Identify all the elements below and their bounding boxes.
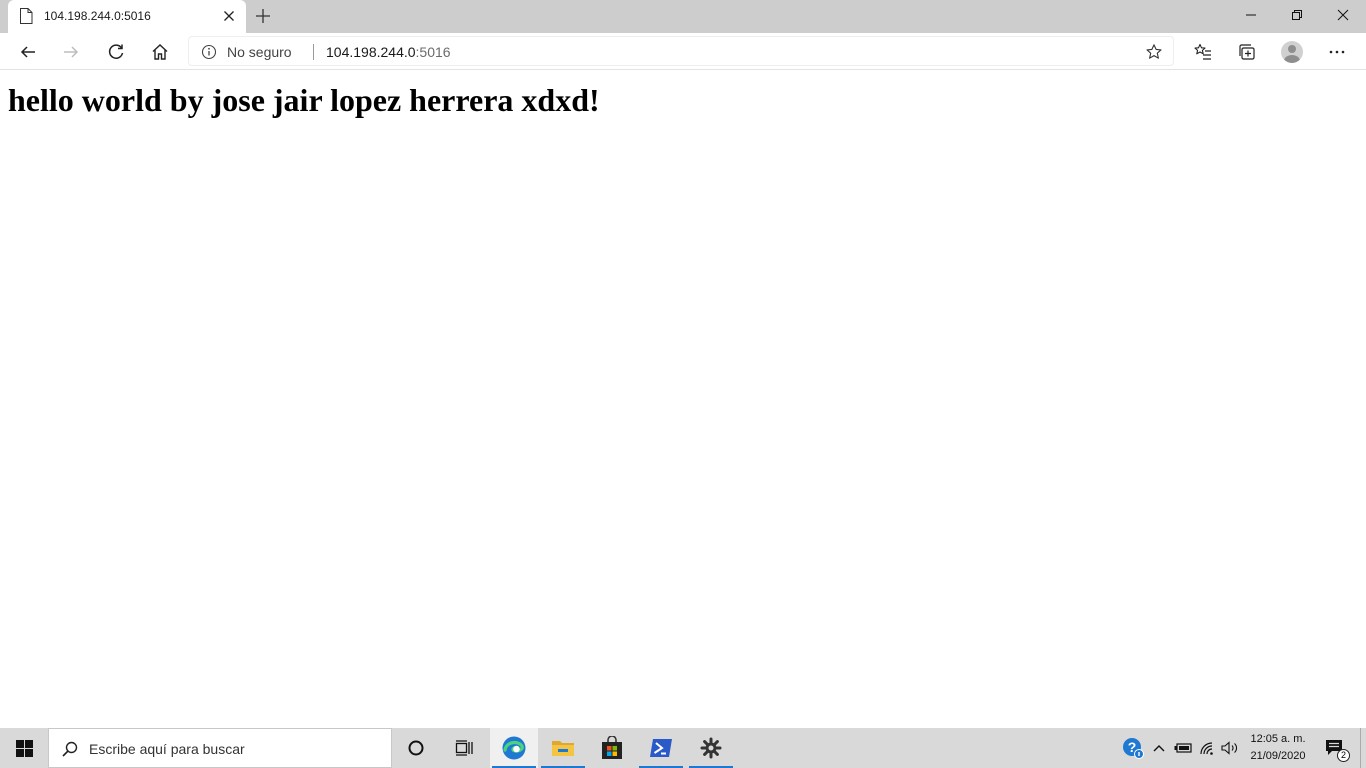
battery-icon: [1174, 743, 1192, 753]
home-icon: [152, 44, 168, 60]
browser-toolbar: No seguro 104.198.244.0:5016: [0, 33, 1366, 70]
volume-icon: [1221, 741, 1237, 755]
windows-taskbar: Escribe aquí para buscar ? 12:05 a. m. 2…: [0, 728, 1366, 768]
avatar: [1281, 41, 1303, 63]
file-explorer-icon: [552, 741, 574, 756]
restore-button[interactable]: [1274, 0, 1320, 30]
tab-strip: 104.198.244.0:5016: [0, 0, 1366, 33]
task-view-icon: [455, 740, 473, 756]
notification-count-badge: 2: [1337, 749, 1350, 762]
cortana-button[interactable]: [392, 728, 440, 768]
forward-button[interactable]: [56, 37, 86, 67]
address-bar[interactable]: No seguro 104.198.244.0:5016: [188, 36, 1174, 66]
taskbar-powershell[interactable]: [637, 728, 685, 768]
taskbar-search-box[interactable]: Escribe aquí para buscar: [48, 728, 392, 768]
home-button[interactable]: [145, 37, 175, 67]
more-options-icon: [1329, 50, 1345, 54]
address-divider: [313, 44, 314, 60]
forward-arrow-icon: [64, 46, 79, 58]
start-button[interactable]: [0, 728, 48, 768]
taskbar-edge[interactable]: [490, 728, 538, 768]
taskbar-file-explorer[interactable]: [539, 728, 587, 768]
taskbar-store[interactable]: [588, 728, 636, 768]
taskbar-settings[interactable]: [687, 728, 735, 768]
restore-icon: [1292, 10, 1302, 20]
profile-button[interactable]: [1277, 37, 1307, 67]
tray-network[interactable]: [1196, 728, 1218, 768]
edge-icon: [502, 736, 526, 760]
tab-title: 104.198.244.0:5016: [44, 9, 151, 23]
wifi-icon: [1200, 742, 1213, 755]
action-center-button[interactable]: 2: [1318, 728, 1352, 768]
settings-more-button[interactable]: [1322, 37, 1352, 67]
help-icon: ?: [1123, 738, 1144, 759]
minimize-icon: [1246, 14, 1256, 16]
favorites-list-icon: [1194, 43, 1211, 60]
show-hidden-icons-button[interactable]: [1148, 728, 1170, 768]
close-icon: [1337, 9, 1349, 21]
favorite-star-icon[interactable]: [1145, 43, 1163, 61]
store-icon: [602, 736, 622, 759]
tray-help[interactable]: ?: [1120, 728, 1146, 768]
taskbar-clock[interactable]: 12:05 a. m. 21/09/2020: [1240, 731, 1316, 765]
back-button[interactable]: [13, 37, 43, 67]
minimize-button[interactable]: [1228, 0, 1274, 30]
web-page-content: hello world by jose jair lopez herrera x…: [0, 71, 1366, 728]
tray-battery[interactable]: [1172, 728, 1194, 768]
refresh-icon: [108, 44, 124, 59]
cortana-icon: [408, 740, 424, 756]
clock-date: 21/09/2020: [1250, 750, 1306, 762]
settings-icon: [700, 737, 722, 759]
page-icon: [20, 8, 33, 24]
tray-volume[interactable]: [1219, 728, 1241, 768]
collections-button[interactable]: [1232, 37, 1262, 67]
url-text[interactable]: 104.198.244.0:5016: [326, 44, 451, 60]
back-arrow-icon: [20, 46, 35, 58]
close-window-button[interactable]: [1320, 0, 1366, 30]
new-tab-icon[interactable]: [253, 6, 273, 26]
clock-time: 12:05 a. m.: [1250, 733, 1306, 745]
url-host: 104.198.244.0: [326, 44, 416, 60]
powershell-icon: [650, 739, 672, 757]
search-placeholder: Escribe aquí para buscar: [89, 741, 245, 757]
refresh-button[interactable]: [101, 37, 131, 67]
close-tab-icon[interactable]: [221, 8, 237, 24]
search-icon: [62, 741, 78, 757]
collections-icon: [1239, 44, 1255, 60]
show-desktop-button[interactable]: [1360, 728, 1366, 768]
page-heading: hello world by jose jair lopez herrera x…: [8, 82, 600, 118]
windows-logo-icon: [15, 739, 33, 757]
task-view-button[interactable]: [440, 728, 488, 768]
url-port: :5016: [415, 44, 451, 60]
info-icon[interactable]: [201, 44, 217, 60]
browser-tab[interactable]: 104.198.244.0:5016: [8, 0, 246, 33]
security-status[interactable]: No seguro: [227, 44, 292, 60]
chevron-up-icon: [1153, 745, 1165, 752]
favorites-button[interactable]: [1188, 37, 1218, 67]
